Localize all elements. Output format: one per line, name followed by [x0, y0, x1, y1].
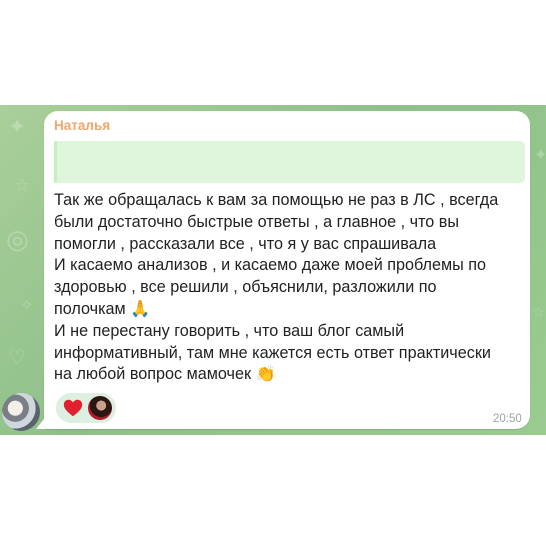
sender-avatar[interactable]	[2, 393, 40, 431]
star-doodle-icon: ✧	[20, 295, 34, 314]
star-doodle-icon: ☆	[532, 305, 545, 321]
heart-doodle-icon: ♡	[8, 345, 26, 369]
message-text: Так же обращалась к вам за помощью не ра…	[54, 191, 499, 384]
star-doodle-icon: ✦	[8, 115, 27, 140]
planet-doodle-icon: ◎	[6, 225, 29, 255]
reactor-avatar[interactable]	[88, 396, 112, 420]
reactions-bar	[56, 392, 116, 424]
reply-accent-bar	[54, 141, 57, 183]
star-doodle-icon: ✦	[534, 145, 546, 164]
heart-icon	[63, 399, 83, 417]
reaction-heart-button[interactable]	[56, 393, 116, 423]
star-doodle-icon: ☆	[14, 175, 31, 196]
message-time: 20:50	[493, 413, 522, 425]
sender-name[interactable]: Наталья	[54, 118, 110, 133]
reply-preview[interactable]	[54, 141, 525, 183]
